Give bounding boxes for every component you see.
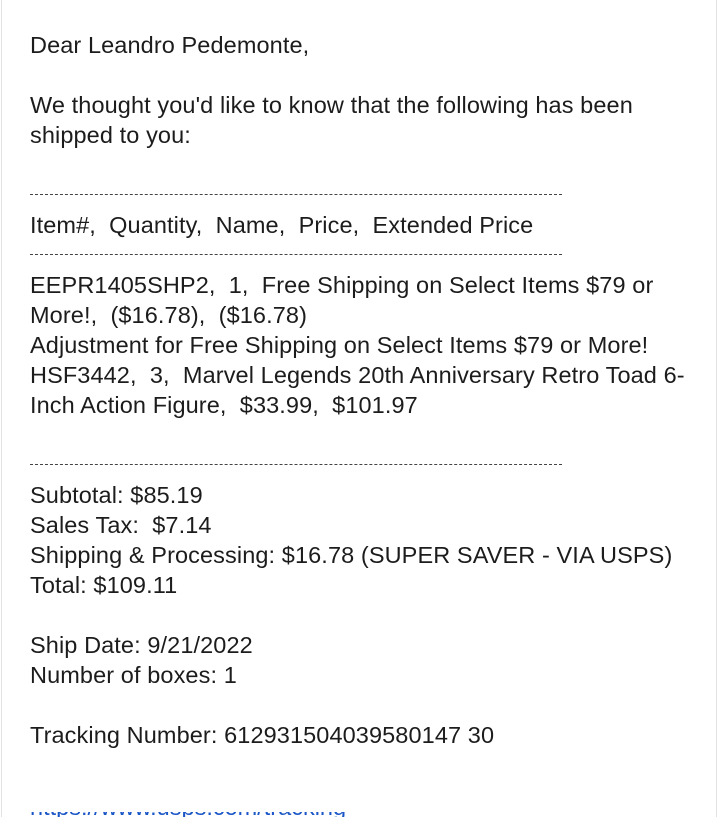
sales-tax: Sales Tax: $7.14 bbox=[30, 512, 212, 538]
divider bbox=[30, 180, 562, 210]
divider bbox=[30, 450, 562, 480]
greeting: Dear Leandro Pedemonte, bbox=[30, 32, 310, 58]
tracking-link[interactable]: https://www.usps.com/tracking bbox=[30, 812, 650, 817]
tracking-number: Tracking Number: 612931504039580147 30 bbox=[30, 722, 495, 748]
order-total: Total: $109.11 bbox=[30, 572, 178, 598]
order-line: EEPR1405SHP2, 1, Free Shipping on Select… bbox=[30, 272, 661, 328]
order-line: HSF3442, 3, Marvel Legends 20th Annivers… bbox=[30, 362, 685, 418]
email-body: Dear Leandro Pedemonte, We thought you'd… bbox=[30, 30, 700, 750]
ship-date: Ship Date: 9/21/2022 bbox=[30, 632, 253, 658]
divider bbox=[30, 240, 562, 270]
subtotal: Subtotal: $85.19 bbox=[30, 482, 203, 508]
intro-text: We thought you'd like to know that the f… bbox=[30, 92, 640, 148]
tracking-link-text[interactable]: https://www.usps.com/tracking bbox=[30, 812, 650, 817]
order-line: Adjustment for Free Shipping on Select I… bbox=[30, 332, 649, 358]
shipping-cost: Shipping & Processing: $16.78 (SUPER SAV… bbox=[30, 542, 673, 568]
box-count: Number of boxes: 1 bbox=[30, 662, 237, 688]
table-header: Item#, Quantity, Name, Price, Extended P… bbox=[30, 212, 534, 238]
